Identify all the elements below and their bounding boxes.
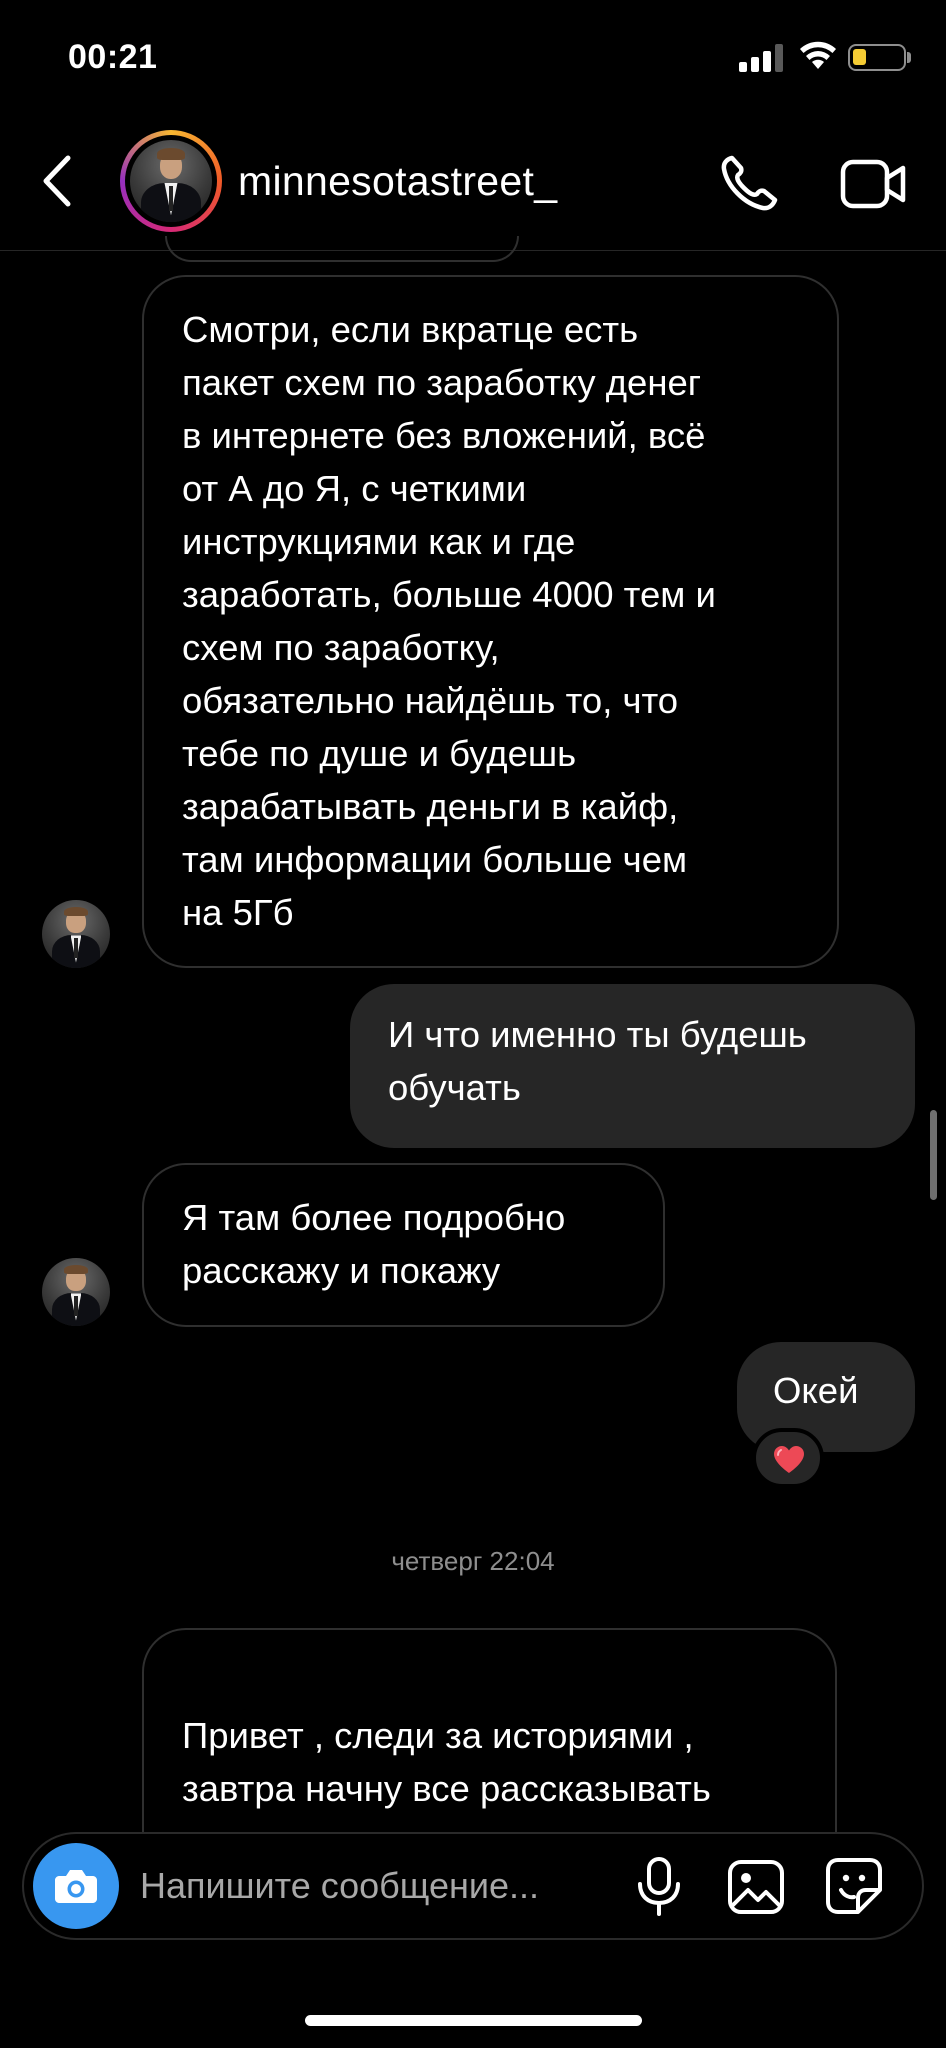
incoming-message[interactable]: Я там более подробно расскажу и покажу (142, 1163, 665, 1327)
cellular-signal-icon (739, 42, 783, 72)
sender-avatar[interactable] (42, 900, 110, 968)
video-camera-icon[interactable] (840, 158, 908, 210)
message-timestamp: четверг 22:04 (391, 1546, 555, 1576)
message-input[interactable] (140, 1858, 610, 1914)
phone-icon[interactable] (718, 152, 782, 214)
camera-icon (55, 1870, 97, 1903)
outgoing-message[interactable]: И что именно ты будешь обучать (350, 984, 915, 1148)
back-arrow-icon[interactable] (34, 150, 84, 212)
wifi-icon (800, 41, 836, 69)
home-indicator[interactable] (305, 2015, 642, 2026)
battery-tip (907, 52, 911, 63)
incoming-message[interactable]: Смотри, если вкратце есть пакет схем по … (142, 275, 839, 968)
previous-message-edge (165, 236, 519, 262)
microphone-icon[interactable] (634, 1856, 684, 1918)
battery-icon (848, 44, 906, 71)
chat-username[interactable]: minnesotastreet_ (238, 158, 557, 205)
scrollbar[interactable] (930, 1110, 937, 1200)
status-time: 00:21 (68, 38, 158, 76)
camera-button[interactable] (33, 1843, 119, 1929)
sender-avatar[interactable] (42, 1258, 110, 1326)
message-text: Привет , следи за историями , завтра нач… (182, 1715, 711, 1809)
heart-icon (774, 1446, 804, 1473)
gallery-icon[interactable] (726, 1858, 786, 1916)
header-avatar[interactable] (120, 130, 222, 232)
sticker-icon[interactable] (824, 1856, 884, 1916)
heart-reaction[interactable] (752, 1428, 824, 1488)
